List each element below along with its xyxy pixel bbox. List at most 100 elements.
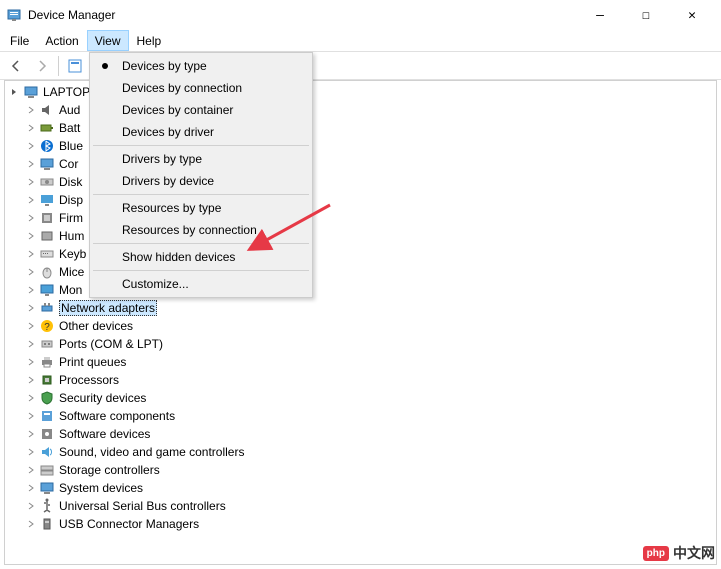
tree-item-label: Cor [59, 157, 78, 171]
tree-item-label: Software components [59, 409, 175, 423]
menu-item-label: Resources by connection [122, 223, 257, 237]
menu-item-label: Devices by driver [122, 125, 214, 139]
expand-icon[interactable] [25, 212, 37, 224]
tree-item[interactable]: Software devices [5, 425, 716, 443]
other-icon: ? [39, 318, 55, 334]
menubar: File Action View Help [0, 30, 721, 52]
sound-icon [39, 444, 55, 460]
back-button[interactable] [4, 54, 28, 78]
view-drivers-by-device[interactable]: Drivers by device [92, 170, 310, 192]
tree-item[interactable]: Universal Serial Bus controllers [5, 497, 716, 515]
tree-item-label: System devices [59, 481, 143, 495]
expand-icon[interactable] [25, 158, 37, 170]
svg-text:?: ? [44, 322, 50, 333]
expand-icon[interactable] [25, 302, 37, 314]
menu-item-label: Drivers by device [122, 174, 214, 188]
expand-icon[interactable] [25, 374, 37, 386]
tree-item[interactable]: USB Connector Managers [5, 515, 716, 533]
maximize-button[interactable]: ☐ [623, 0, 669, 30]
tree-item[interactable]: Print queues [5, 353, 716, 371]
forward-button[interactable] [30, 54, 54, 78]
tree-item[interactable]: Sound, video and game controllers [5, 443, 716, 461]
menu-help[interactable]: Help [129, 30, 170, 51]
menu-file[interactable]: File [2, 30, 37, 51]
tree-item-label: Disk [59, 175, 82, 189]
expand-icon[interactable] [25, 446, 37, 458]
expand-icon[interactable] [25, 248, 37, 260]
expand-icon[interactable] [25, 410, 37, 422]
menu-separator [93, 270, 309, 271]
tree-item[interactable]: Network adapters [5, 299, 716, 317]
menu-item-label: Show hidden devices [122, 250, 235, 264]
firmware-icon [39, 210, 55, 226]
view-resources-by-type[interactable]: Resources by type [92, 197, 310, 219]
storage-icon [39, 462, 55, 478]
usbconn-icon [39, 516, 55, 532]
tree-item-label: Disp [59, 193, 83, 207]
tree-item[interactable]: Processors [5, 371, 716, 389]
menu-item-label: Drivers by type [122, 152, 202, 166]
titlebar: Device Manager — ☐ ✕ [0, 0, 721, 30]
expand-icon[interactable] [25, 284, 37, 296]
window-title: Device Manager [28, 8, 577, 22]
expand-icon[interactable] [25, 194, 37, 206]
swcomp-icon [39, 408, 55, 424]
audio-icon [39, 102, 55, 118]
view-devices-by-connection[interactable]: Devices by connection [92, 77, 310, 99]
tree-item[interactable]: Storage controllers [5, 461, 716, 479]
close-button[interactable]: ✕ [669, 0, 715, 30]
expand-icon[interactable] [25, 104, 37, 116]
menu-item-label: Devices by connection [122, 81, 242, 95]
tree-item-label: Universal Serial Bus controllers [59, 499, 226, 513]
view-customize[interactable]: Customize... [92, 273, 310, 295]
bullet-icon [102, 63, 108, 69]
expand-icon[interactable] [25, 518, 37, 530]
monitor-icon [39, 282, 55, 298]
computer-icon [39, 156, 55, 172]
collapse-icon[interactable] [9, 86, 21, 98]
properties-button[interactable] [63, 54, 87, 78]
view-devices-by-type[interactable]: Devices by type [92, 55, 310, 77]
tree-item[interactable]: System devices [5, 479, 716, 497]
tree-item-label: Hum [59, 229, 84, 243]
expand-icon[interactable] [25, 230, 37, 242]
view-resources-by-connection[interactable]: Resources by connection [92, 219, 310, 241]
hid-icon [39, 228, 55, 244]
tree-item-label: Other devices [59, 319, 133, 333]
view-devices-by-container[interactable]: Devices by container [92, 99, 310, 121]
menu-item-label: Devices by container [122, 103, 233, 117]
expand-icon[interactable] [25, 464, 37, 476]
tree-item[interactable]: Ports (COM & LPT) [5, 335, 716, 353]
view-drivers-by-type[interactable]: Drivers by type [92, 148, 310, 170]
network-icon [39, 300, 55, 316]
expand-icon[interactable] [25, 356, 37, 368]
printer-icon [39, 354, 55, 370]
port-icon [39, 336, 55, 352]
computer-icon [23, 84, 39, 100]
display-icon [39, 192, 55, 208]
expand-icon[interactable] [25, 500, 37, 512]
expand-icon[interactable] [25, 176, 37, 188]
expand-icon[interactable] [25, 266, 37, 278]
expand-icon[interactable] [25, 482, 37, 494]
expand-icon[interactable] [25, 320, 37, 332]
tree-item[interactable]: Security devices [5, 389, 716, 407]
tree-item[interactable]: Software components [5, 407, 716, 425]
minimize-button[interactable]: — [577, 0, 623, 30]
menu-action[interactable]: Action [37, 30, 86, 51]
menu-separator [93, 194, 309, 195]
expand-icon[interactable] [25, 392, 37, 404]
tree-item-label: Aud [59, 103, 80, 117]
view-devices-by-driver[interactable]: Devices by driver [92, 121, 310, 143]
tree-item-label: Batt [59, 121, 80, 135]
expand-icon[interactable] [25, 140, 37, 152]
expand-icon[interactable] [25, 122, 37, 134]
tree-item[interactable]: ? Other devices [5, 317, 716, 335]
menu-view[interactable]: View [87, 30, 129, 51]
view-show-hidden-devices[interactable]: Show hidden devices [92, 246, 310, 268]
expand-icon[interactable] [25, 338, 37, 350]
expand-icon[interactable] [25, 428, 37, 440]
menu-item-label: Customize... [122, 277, 189, 291]
tree-item-label: Mon [59, 283, 82, 297]
tree-item-label: Firm [59, 211, 83, 225]
